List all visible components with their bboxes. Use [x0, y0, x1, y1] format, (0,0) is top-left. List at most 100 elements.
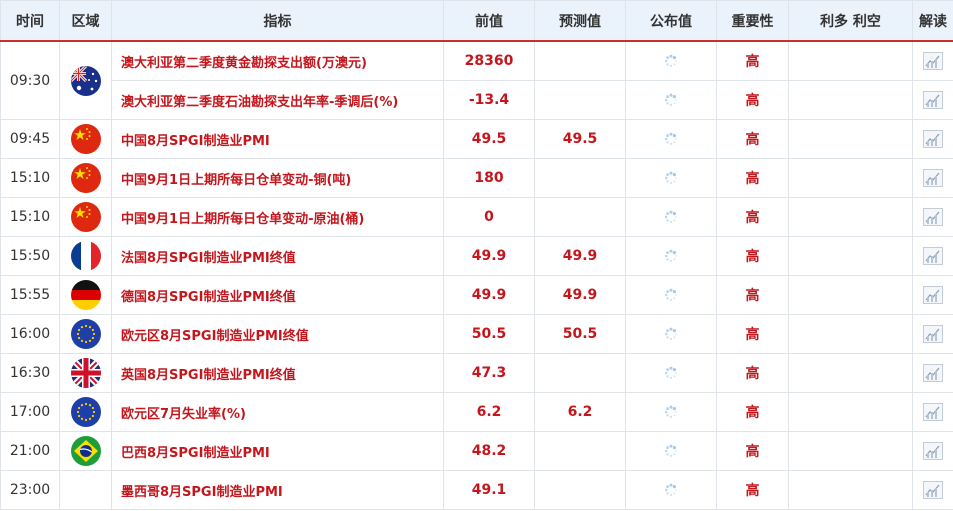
eu-flag-icon — [70, 397, 101, 427]
loading-spinner-icon — [664, 54, 678, 69]
forecast-value: 49.9 — [534, 275, 626, 315]
indicator-name[interactable]: 中国8月SPGI制造业PMI — [111, 119, 444, 159]
previous-value: 49.1 — [443, 470, 535, 510]
time-cell: 21:00 — [0, 431, 60, 471]
actual-value-cell — [625, 80, 717, 120]
analysis-cell[interactable] — [912, 236, 953, 276]
indicator-name[interactable]: 中国9月1日上期所每日仓单变动-原油(桶) — [111, 197, 444, 237]
time-cell: 16:30 — [0, 353, 60, 393]
impact-cell — [788, 392, 913, 432]
previous-value: 47.3 — [443, 353, 535, 393]
actual-value-cell — [625, 40, 717, 81]
table-row: 15:50 法国8月SPGI制造业PMI终值 49.9 49.9 高 — [0, 236, 953, 276]
line-chart-icon[interactable] — [923, 286, 943, 304]
col-header-time: 时间 — [0, 0, 60, 42]
impact-cell — [788, 119, 913, 159]
impact-cell — [788, 431, 913, 471]
time-cell: 09:30 — [0, 40, 60, 120]
brazil-flag-icon — [70, 436, 101, 466]
table-header-row: 时间 区域 指标 前值 预测值 公布值 重要性 利多 利空 解读 — [0, 0, 953, 42]
line-chart-icon[interactable] — [923, 403, 943, 421]
line-chart-icon[interactable] — [923, 325, 943, 343]
importance-level: 高 — [716, 197, 789, 237]
region-flag-cell — [59, 392, 112, 432]
forecast-value: 50.5 — [534, 314, 626, 354]
line-chart-icon[interactable] — [923, 169, 943, 187]
time-cell: 17:00 — [0, 392, 60, 432]
time-cell: 15:55 — [0, 275, 60, 315]
line-chart-icon[interactable] — [923, 247, 943, 265]
previous-value: -13.4 — [443, 80, 535, 120]
analysis-cell[interactable] — [912, 158, 953, 198]
analysis-cell[interactable] — [912, 275, 953, 315]
analysis-cell[interactable] — [912, 80, 953, 120]
forecast-value — [534, 80, 626, 120]
col-header-forecast: 预测值 — [534, 0, 626, 42]
previous-value: 0 — [443, 197, 535, 237]
impact-cell — [788, 275, 913, 315]
analysis-cell[interactable] — [912, 197, 953, 237]
indicator-name[interactable]: 澳大利亚第二季度黄金勘探支出额(万澳元) — [111, 40, 444, 81]
loading-spinner-icon — [664, 288, 678, 303]
forecast-value — [534, 431, 626, 471]
region-flag-cell — [59, 158, 112, 198]
loading-spinner-icon — [664, 444, 678, 459]
indicator-name[interactable]: 墨西哥8月SPGI制造业PMI — [111, 470, 444, 510]
line-chart-icon[interactable] — [923, 481, 943, 499]
line-chart-icon[interactable] — [923, 364, 943, 382]
indicator-name[interactable]: 欧元区7月失业率(%) — [111, 392, 444, 432]
region-flag-cell — [59, 236, 112, 276]
region-flag-cell — [59, 470, 112, 510]
france-flag-icon — [70, 241, 101, 271]
indicator-name[interactable]: 英国8月SPGI制造业PMI终值 — [111, 353, 444, 393]
time-cell: 23:00 — [0, 470, 60, 510]
line-chart-icon[interactable] — [923, 52, 943, 70]
line-chart-icon[interactable] — [923, 442, 943, 460]
previous-value: 49.9 — [443, 275, 535, 315]
analysis-cell[interactable] — [912, 314, 953, 354]
analysis-cell[interactable] — [912, 392, 953, 432]
china-flag-icon — [70, 163, 101, 193]
indicator-name[interactable]: 德国8月SPGI制造业PMI终值 — [111, 275, 444, 315]
region-flag-cell — [59, 40, 112, 120]
line-chart-icon[interactable] — [923, 91, 943, 109]
impact-cell — [788, 197, 913, 237]
analysis-cell[interactable] — [912, 431, 953, 471]
forecast-value — [534, 470, 626, 510]
loading-spinner-icon — [664, 171, 678, 186]
region-flag-cell — [59, 119, 112, 159]
indicator-name[interactable]: 欧元区8月SPGI制造业PMI终值 — [111, 314, 444, 354]
previous-value: 49.5 — [443, 119, 535, 159]
actual-value-cell — [625, 314, 717, 354]
table-row: 09:30 澳大利亚第二季度黄金勘探支出额(万澳元) 28360 高 — [0, 40, 953, 120]
analysis-cell[interactable] — [912, 119, 953, 159]
analysis-cell[interactable] — [912, 353, 953, 393]
impact-cell — [788, 314, 913, 354]
table-row: 09:45 中国8月SPGI制造业PMI 49.5 49.5 高 — [0, 119, 953, 159]
actual-value-cell — [625, 197, 717, 237]
line-chart-icon[interactable] — [923, 208, 943, 226]
importance-level: 高 — [716, 431, 789, 471]
loading-spinner-icon — [664, 93, 678, 108]
region-flag-cell — [59, 431, 112, 471]
indicator-name[interactable]: 法国8月SPGI制造业PMI终值 — [111, 236, 444, 276]
actual-value-cell — [625, 470, 717, 510]
loading-spinner-icon — [664, 405, 678, 420]
previous-value: 50.5 — [443, 314, 535, 354]
analysis-cell[interactable] — [912, 470, 953, 510]
indicator-name[interactable]: 中国9月1日上期所每日仓单变动-铜(吨) — [111, 158, 444, 198]
loading-spinner-icon — [664, 366, 678, 381]
analysis-cell[interactable] — [912, 40, 953, 81]
line-chart-icon[interactable] — [923, 130, 943, 148]
col-header-region: 区域 — [59, 0, 112, 42]
actual-value-cell — [625, 275, 717, 315]
actual-value-cell — [625, 236, 717, 276]
region-flag-cell — [59, 314, 112, 354]
importance-level: 高 — [716, 119, 789, 159]
region-flag-cell — [59, 275, 112, 315]
previous-value: 6.2 — [443, 392, 535, 432]
china-flag-icon — [70, 124, 101, 154]
indicator-name[interactable]: 巴西8月SPGI制造业PMI — [111, 431, 444, 471]
indicator-name[interactable]: 澳大利亚第二季度石油勘探支出年率-季调后(%) — [111, 80, 444, 120]
actual-value-cell — [625, 431, 717, 471]
